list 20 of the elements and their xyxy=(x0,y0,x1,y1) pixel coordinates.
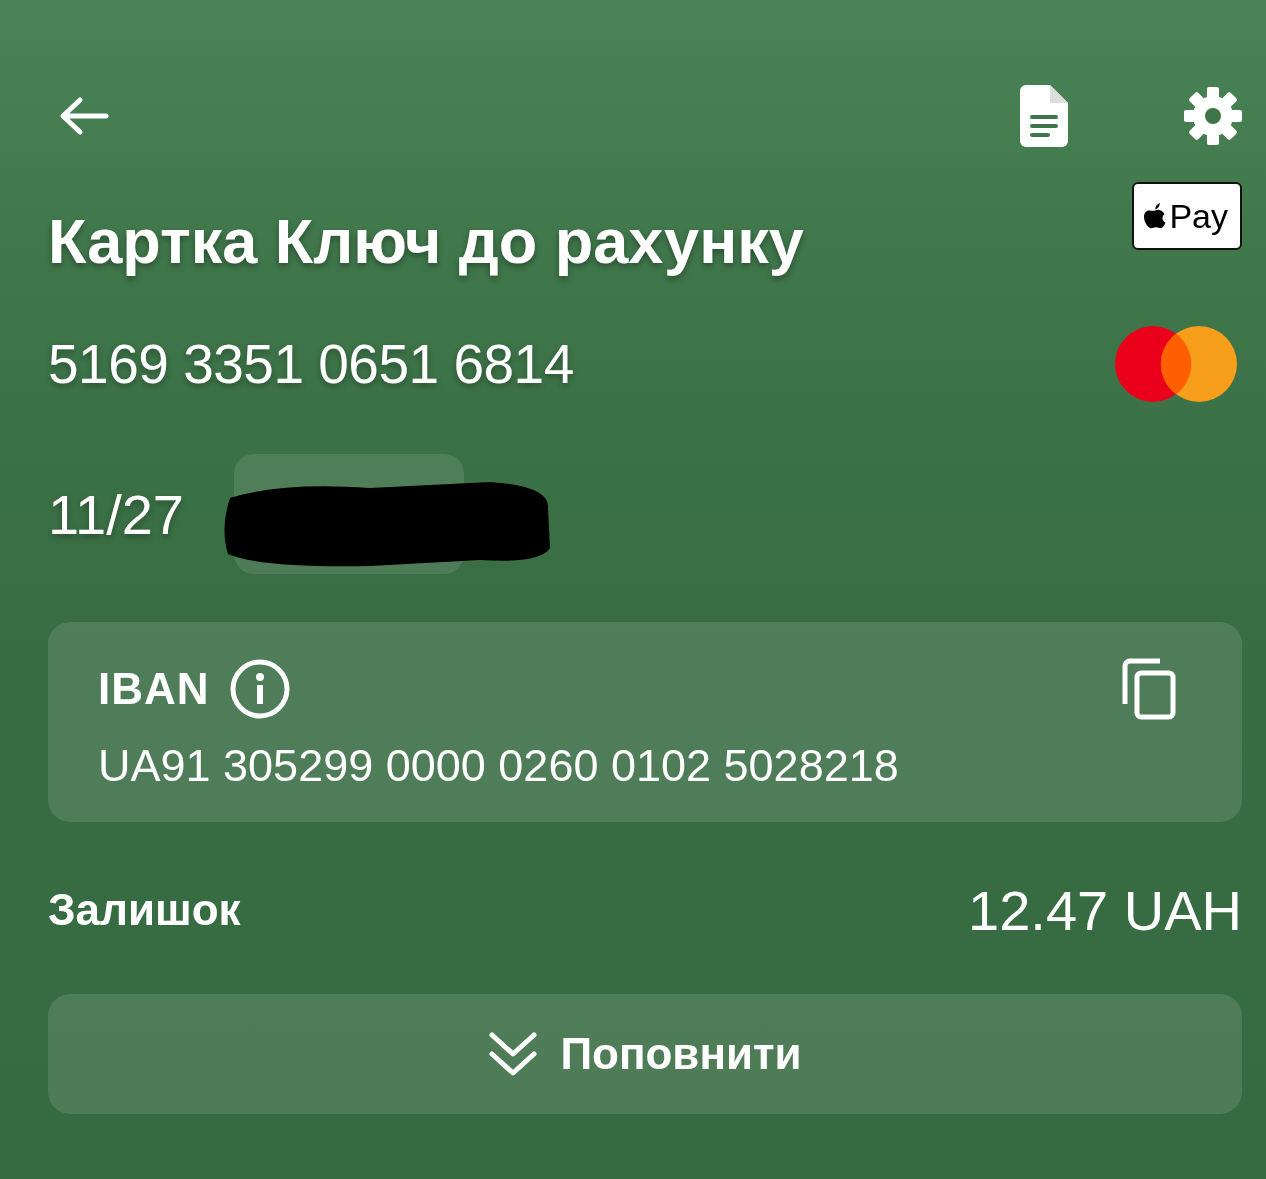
info-icon[interactable] xyxy=(229,659,290,719)
card-title: Картка Ключ до рахунку xyxy=(48,205,804,277)
back-icon xyxy=(58,96,110,136)
card-number: 5169 3351 0651 6814 xyxy=(48,332,574,396)
document-icon xyxy=(1020,85,1068,147)
iban-label: IBAN xyxy=(98,664,210,714)
iban-number: UA91 305299 0000 0260 0102 5028218 xyxy=(98,740,900,792)
back-button[interactable] xyxy=(58,96,110,136)
settings-icon xyxy=(1184,87,1242,145)
document-button[interactable] xyxy=(1020,85,1068,147)
balance-amount: 12.47 UAH xyxy=(968,877,1242,943)
copy-icon[interactable] xyxy=(1122,658,1176,720)
top-up-button[interactable]: Поповнити xyxy=(48,994,1242,1114)
card-network-icon xyxy=(1114,325,1238,403)
balance-label: Залишок xyxy=(48,885,241,935)
wallet-badge[interactable]: Pay xyxy=(1132,182,1242,250)
apple-icon xyxy=(1144,202,1167,230)
wallet-label: Pay xyxy=(1169,196,1228,236)
settings-button[interactable] xyxy=(1184,87,1242,145)
expiry-date: 11/27 xyxy=(48,481,184,547)
